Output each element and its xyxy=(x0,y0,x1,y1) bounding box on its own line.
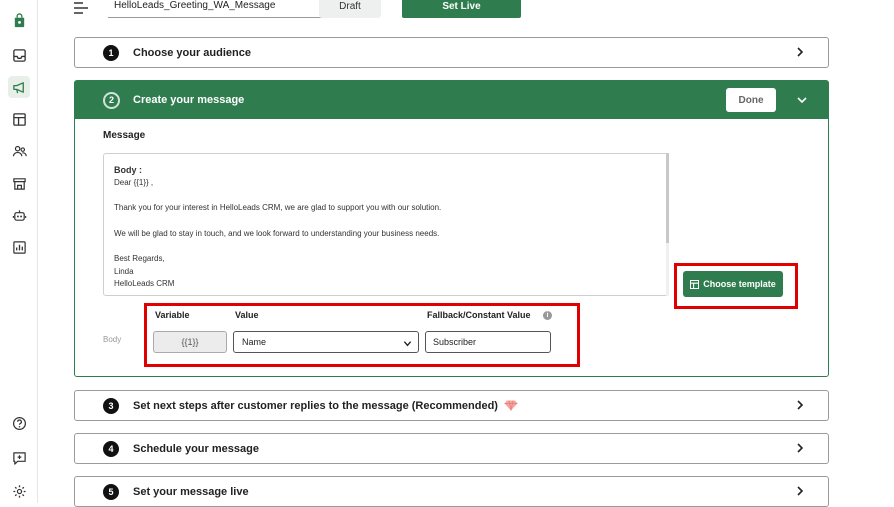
settings-gear-icon[interactable] xyxy=(8,480,30,502)
choose-template-button[interactable]: Choose template xyxy=(683,271,783,297)
campaign-name-input[interactable] xyxy=(108,0,348,18)
chevron-down-icon[interactable] xyxy=(796,94,808,106)
step-choose-audience[interactable]: 1 Choose your audience xyxy=(74,37,829,68)
step-next-steps[interactable]: 3 Set next steps after customer replies … xyxy=(74,390,829,421)
scrollbar-thumb[interactable] xyxy=(666,153,669,243)
help-icon[interactable] xyxy=(8,412,30,434)
message-line: Best Regards, xyxy=(114,254,165,263)
premium-gem-icon xyxy=(504,400,518,411)
set-live-button[interactable]: Set Live xyxy=(402,0,521,18)
step-title: Create your message xyxy=(133,94,245,106)
template-icon xyxy=(690,279,700,289)
campaign-megaphone-icon[interactable] xyxy=(8,76,30,98)
contacts-icon[interactable] xyxy=(8,140,30,162)
step-title: Set your message live xyxy=(133,485,249,498)
message-body-textarea[interactable]: Body : Dear {{1}} , Thank you for your i… xyxy=(103,153,669,296)
message-line: We will be glad to stay in touch, and we… xyxy=(114,228,440,238)
chevron-right-icon[interactable] xyxy=(794,46,806,58)
done-button[interactable]: Done xyxy=(726,88,776,112)
message-line: Dear {{1}} , xyxy=(114,177,154,187)
draft-status-button[interactable]: Draft xyxy=(319,0,381,18)
variable-column-header: Variable xyxy=(155,310,190,320)
value-select[interactable]: Name xyxy=(233,331,419,353)
message-line: Thank you for your interest in HelloLead… xyxy=(114,203,442,212)
app-logo-icon[interactable] xyxy=(8,9,30,31)
value-select-text: Name xyxy=(242,337,267,347)
message-label: Message xyxy=(103,130,146,141)
step-create-message: 2 Create your message Done Message Body … xyxy=(74,80,829,377)
info-icon[interactable]: i xyxy=(543,311,552,320)
message-line: HelloLeads CRM xyxy=(114,279,175,288)
body-heading: Body : xyxy=(114,165,142,175)
table-icon[interactable] xyxy=(8,108,30,130)
step-number: 2 xyxy=(103,91,120,109)
chevron-right-icon[interactable] xyxy=(794,485,806,497)
step-number: 4 xyxy=(103,440,119,457)
menu-icon[interactable] xyxy=(74,2,88,14)
store-icon[interactable] xyxy=(8,172,30,194)
step-number: 5 xyxy=(103,483,119,500)
message-line: Linda xyxy=(114,266,134,276)
chevron-right-icon[interactable] xyxy=(794,399,806,411)
step-title: Choose your audience xyxy=(133,46,251,59)
step-set-message-live[interactable]: 5 Set your message live xyxy=(74,476,829,507)
inbox-icon[interactable] xyxy=(8,44,30,66)
fallback-column-header: Fallback/Constant Value xyxy=(427,310,531,320)
feedback-icon[interactable] xyxy=(8,447,30,469)
step-title: Set next steps after customer replies to… xyxy=(133,399,498,412)
step-schedule-message[interactable]: 4 Schedule your message xyxy=(74,433,829,464)
chevron-right-icon[interactable] xyxy=(794,442,806,454)
step-number: 3 xyxy=(103,397,119,414)
chevron-down-icon xyxy=(403,341,412,347)
bot-icon[interactable] xyxy=(8,204,30,226)
variable-field: {{1}} xyxy=(153,331,227,353)
value-column-header: Value xyxy=(235,310,259,320)
reports-icon[interactable] xyxy=(8,236,30,258)
body-row-label: Body xyxy=(103,335,122,344)
top-bar: Draft Set Live xyxy=(38,0,894,22)
choose-template-label: Choose template xyxy=(703,279,776,289)
step-title: Schedule your message xyxy=(133,442,259,455)
sidebar xyxy=(0,0,38,503)
step-number: 1 xyxy=(103,44,119,61)
fallback-input[interactable]: Subscriber xyxy=(425,331,551,353)
